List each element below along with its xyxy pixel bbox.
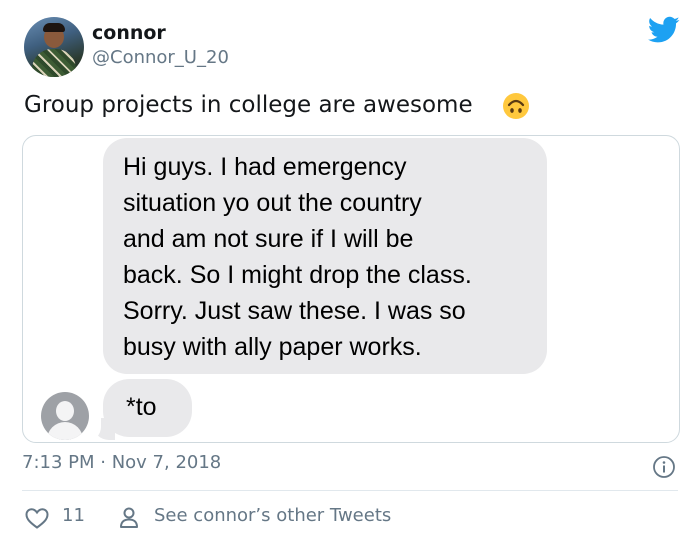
message-bubble: Hi guys. I had emergency situation yo ou… — [103, 138, 547, 374]
heart-icon[interactable] — [24, 506, 50, 530]
tweet-text: Group projects in college are awesome — [24, 92, 473, 118]
message-line: situation yo out the country — [123, 189, 422, 217]
divider — [22, 490, 678, 491]
tweet-timestamp[interactable]: 7:13 PM · Nov 7, 2018 — [22, 452, 221, 473]
see-other-tweets-link[interactable]: See connor’s other Tweets — [154, 505, 391, 526]
twitter-bird-icon[interactable] — [648, 16, 680, 44]
message-line: Sorry. Just saw these. I was so — [123, 297, 466, 325]
info-icon[interactable] — [652, 455, 676, 479]
tweet-header: connor @Connor_U_20 — [0, 0, 700, 90]
contact-avatar-icon — [41, 392, 89, 440]
message-bubble: *to — [103, 379, 192, 437]
message-line: back. So I might drop the class. — [123, 261, 472, 289]
upside-down-face-emoji — [503, 93, 529, 119]
person-icon[interactable] — [118, 506, 140, 530]
author-name[interactable]: connor — [92, 22, 166, 44]
tweet-media-image[interactable]: Hi guys. I had emergency situation yo ou… — [22, 135, 680, 443]
author-handle[interactable]: @Connor_U_20 — [92, 47, 229, 68]
message-line: and am not sure if I will be — [123, 225, 414, 253]
message-line: *to — [126, 393, 157, 421]
message-line: Hi guys. I had emergency — [123, 153, 407, 181]
author-avatar[interactable] — [24, 17, 84, 77]
like-count[interactable]: 11 — [62, 505, 85, 526]
message-line: busy with ally paper works. — [123, 333, 422, 361]
